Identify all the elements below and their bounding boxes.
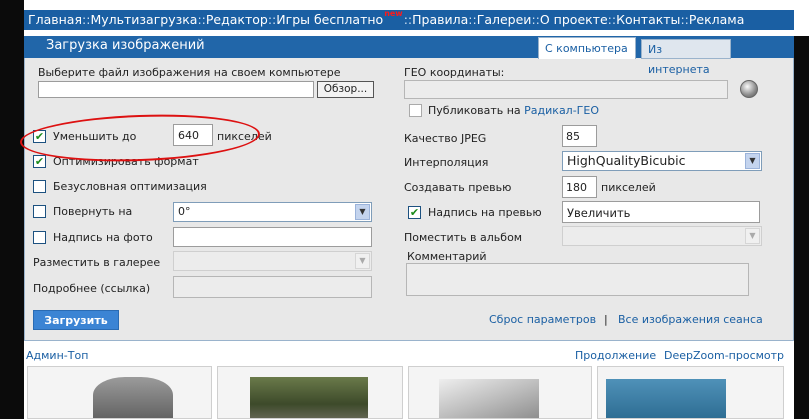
chevron-down-icon: ▼ xyxy=(355,204,370,220)
actions-divider: | xyxy=(604,313,608,326)
publish-geo-checkbox[interactable] xyxy=(409,104,422,117)
globe-icon[interactable] xyxy=(740,80,758,98)
gallery-select[interactable]: ▼ xyxy=(173,251,372,271)
caption-checkbox[interactable] xyxy=(33,231,46,244)
rotate-value: 0° xyxy=(178,205,191,218)
comment-label: Комментарий xyxy=(407,250,487,263)
check-icon: ✔ xyxy=(34,155,45,168)
thumbnail-image xyxy=(606,379,726,418)
gallery-thumbnail-1[interactable] xyxy=(27,366,212,419)
preview-caption-checkbox[interactable]: ✔ xyxy=(408,206,421,219)
jpeg-quality-label: Качество JPEG xyxy=(404,132,487,145)
chevron-down-icon: ▼ xyxy=(745,153,760,169)
panel-title: Загрузка изображений xyxy=(46,38,205,53)
nav-separator: :: xyxy=(607,12,617,27)
deepzoom-link[interactable]: DeepZoom-просмотр xyxy=(664,349,784,362)
jpeg-quality-input[interactable]: 85 xyxy=(562,125,597,147)
tab-from-computer[interactable]: С компьютера xyxy=(538,37,636,59)
album-select[interactable]: ▼ xyxy=(562,226,762,246)
album-label: Поместить в альбом xyxy=(404,231,523,244)
nav-separator: :: xyxy=(680,12,689,27)
chevron-down-icon: ▼ xyxy=(745,228,760,244)
check-icon: ✔ xyxy=(409,206,420,219)
nav-separator: :: xyxy=(197,12,206,27)
interpolation-select[interactable]: HighQualityBicubic ▼ xyxy=(562,151,762,171)
rotate-checkbox[interactable] xyxy=(33,205,46,218)
preview-size-input[interactable]: 180 xyxy=(562,176,597,198)
radikal-geo-link[interactable]: Радикал-ГЕО xyxy=(524,104,599,117)
more-link-label: Подробнее (ссылка) xyxy=(33,282,151,295)
thumbnail-image xyxy=(250,377,368,418)
nav-item-ads[interactable]: Реклама xyxy=(689,12,745,27)
publish-prefix: Публиковать на xyxy=(428,104,521,117)
nav-item-about[interactable]: О проекте xyxy=(540,12,608,27)
reset-params-link[interactable]: Сброс параметров xyxy=(489,313,596,326)
geo-input[interactable] xyxy=(404,80,728,99)
interpolation-label: Интерполяция xyxy=(404,156,489,169)
nav-item-multiupload[interactable]: Мультизагрузка xyxy=(90,12,197,27)
nav-item-galleries[interactable]: Галереи xyxy=(477,12,532,27)
rotate-label: Повернуть на xyxy=(53,205,133,218)
publish-geo-label: Публиковать на Радикал-ГЕО xyxy=(428,104,599,117)
gallery-thumbnail-3[interactable] xyxy=(408,366,592,419)
all-session-images-link[interactable]: Все изображения сеанса xyxy=(618,313,763,326)
interpolation-value: HighQualityBicubic xyxy=(567,153,686,168)
preview-size-unit: пикселей xyxy=(601,181,656,194)
thumbnail-image xyxy=(93,377,173,418)
preview-caption-label: Надпись на превью xyxy=(428,206,542,219)
tab-from-internet[interactable]: Из интернета xyxy=(641,39,731,76)
chevron-down-icon: ▼ xyxy=(355,253,370,269)
main-nav: Главная::Мультизагрузка::Редактор::Игры … xyxy=(24,9,794,30)
preview-size-label: Создавать превью xyxy=(404,181,512,194)
browse-button[interactable]: Обзор... xyxy=(317,81,374,98)
unconditional-optimization-label: Безусловная оптимизация xyxy=(53,180,207,193)
geo-label: ГЕО координаты: xyxy=(404,66,505,79)
more-link-input[interactable] xyxy=(173,276,372,298)
file-path-input[interactable] xyxy=(38,81,314,98)
nav-item-games[interactable]: Игры бесплатно xyxy=(276,12,383,27)
nav-item-rules[interactable]: Правила xyxy=(412,12,468,27)
gallery-thumbnail-2[interactable] xyxy=(217,366,403,419)
gallery-thumbnail-4[interactable] xyxy=(597,366,784,419)
caption-label: Надпись на фото xyxy=(53,231,153,244)
upload-button[interactable]: Загрузить xyxy=(33,310,119,330)
preview-caption-input[interactable]: Увеличить xyxy=(562,201,760,223)
admin-top-link[interactable]: Админ-Топ xyxy=(26,349,88,362)
gallery-label: Разместить в галерее xyxy=(33,256,161,269)
nav-item-contacts[interactable]: Контакты xyxy=(616,12,680,27)
caption-input[interactable] xyxy=(173,227,372,247)
rotate-select[interactable]: 0° ▼ xyxy=(173,202,372,222)
file-label: Выберите файл изображения на своем компь… xyxy=(38,66,341,79)
unconditional-optimization-checkbox[interactable] xyxy=(33,180,46,193)
nav-item-home[interactable]: Главная xyxy=(28,12,82,27)
continue-link[interactable]: Продолжение xyxy=(575,349,656,362)
new-badge: new xyxy=(384,9,403,18)
nav-separator: :: xyxy=(468,12,477,27)
comment-textarea[interactable] xyxy=(406,263,749,296)
optimize-checkbox[interactable]: ✔ xyxy=(33,155,46,168)
nav-item-editor[interactable]: Редактор xyxy=(206,12,268,27)
thumbnail-image xyxy=(439,379,539,418)
nav-separator: :: xyxy=(403,12,413,27)
nav-separator: :: xyxy=(531,12,540,27)
